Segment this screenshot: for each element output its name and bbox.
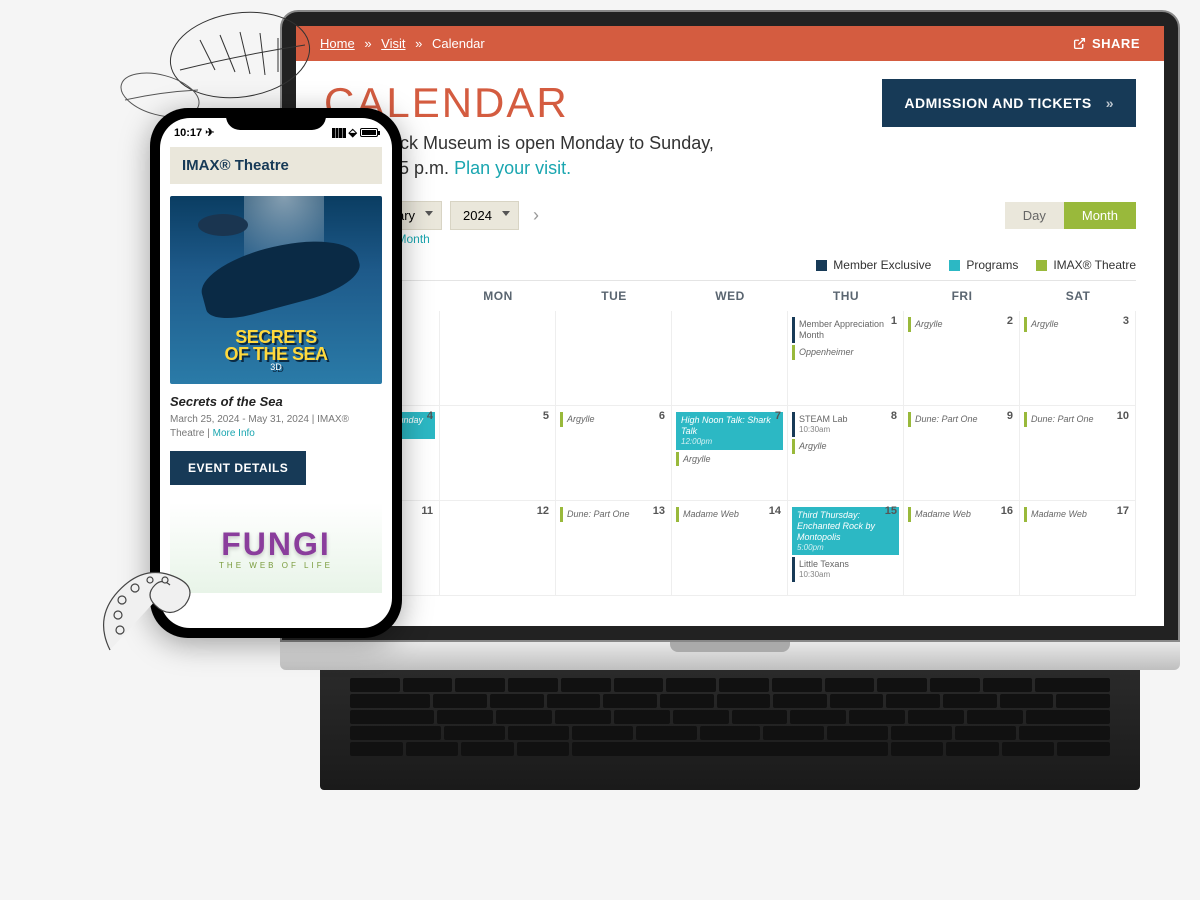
calendar-cell[interactable]: 14Madame Web: [672, 501, 788, 596]
day-number: 7: [775, 410, 781, 422]
day-number: 11: [421, 505, 433, 517]
view-toggle: Day Month: [1005, 202, 1136, 229]
decorative-leaf-sketch: [100, 0, 320, 120]
calendar-event[interactable]: Argylle: [908, 317, 1015, 332]
share-button[interactable]: SHARE: [1073, 36, 1140, 51]
top-bar: Home » Visit » Calendar SHARE: [296, 26, 1164, 61]
day-number: 8: [891, 410, 897, 422]
calendar-cell[interactable]: 1Member Appreciation Month Oppenheimer: [788, 311, 904, 406]
signal-icon: [332, 128, 346, 138]
event-dates: March 25, 2024 - May 31, 2024 | IMAX® Th…: [170, 413, 382, 441]
breadcrumb-current: Calendar: [432, 36, 485, 51]
calendar-event[interactable]: Oppenheimer: [792, 345, 899, 360]
decorative-tentacle-sketch: [90, 550, 230, 670]
day-number: 2: [1007, 315, 1013, 327]
calendar-cell[interactable]: 9Dune: Part One: [904, 406, 1020, 501]
day-number: 6: [659, 410, 665, 422]
calendar-event[interactable]: Argylle: [560, 412, 667, 427]
day-number: 17: [1117, 505, 1129, 517]
calendar-cell[interactable]: 15Third Thursday: Enchanted Rock by Mont…: [788, 501, 904, 596]
calendar-cell[interactable]: [556, 311, 672, 406]
event-details-button[interactable]: EVENT DETAILS: [170, 451, 306, 485]
calendar-event[interactable]: High Noon Talk: Shark Talk12:00pm: [676, 412, 783, 449]
calendar-cell[interactable]: 16Madame Web: [904, 501, 1020, 596]
view-day-button[interactable]: Day: [1005, 202, 1064, 229]
breadcrumb: Home » Visit » Calendar: [320, 36, 485, 51]
calendar-cell[interactable]: 8STEAM Lab10:30am Argylle: [788, 406, 904, 501]
calendar-grid: SUNMONTUEWEDTHUFRISAT 1Member Appreciati…: [324, 280, 1136, 596]
calendar-cell[interactable]: 17Madame Web: [1020, 501, 1136, 596]
laptop-frame: Home » Visit » Calendar SHARE CALENDAR: [280, 10, 1180, 790]
year-select[interactable]: 2024: [450, 201, 519, 230]
battery-icon: [360, 128, 378, 137]
calendar-event[interactable]: Dune: Part One: [1024, 412, 1131, 427]
calendar-cell[interactable]: 7High Noon Talk: Shark Talk12:00pm Argyll…: [672, 406, 788, 501]
admission-tickets-button[interactable]: ADMISSION AND TICKETS»: [882, 79, 1136, 127]
calendar-cell[interactable]: 13Dune: Part One: [556, 501, 672, 596]
share-icon: [1073, 37, 1086, 50]
day-header: SAT: [1020, 281, 1136, 311]
next-month-arrow[interactable]: ›: [527, 205, 545, 226]
calendar-cell[interactable]: 12: [440, 501, 556, 596]
day-header: MON: [440, 281, 556, 311]
view-month-button[interactable]: Month: [1064, 202, 1136, 229]
calendar-cell[interactable]: 5: [440, 406, 556, 501]
calendar-event[interactable]: Argylle: [1024, 317, 1131, 332]
day-header: TUE: [556, 281, 672, 311]
chevron-right-icon: »: [1106, 95, 1114, 111]
calendar-event[interactable]: Dune: Part One: [560, 507, 667, 522]
day-number: 9: [1007, 410, 1013, 422]
calendar-event[interactable]: STEAM Lab10:30am: [792, 412, 899, 436]
calendar-event[interactable]: Madame Web: [676, 507, 783, 522]
phone-section-heading: IMAX® Theatre: [170, 147, 382, 184]
day-number: 12: [537, 505, 549, 517]
breadcrumb-visit[interactable]: Visit: [381, 36, 405, 51]
event-poster-secrets[interactable]: SECRETSOF THE SEA 3D: [170, 196, 382, 384]
calendar-cell[interactable]: 3Argylle: [1020, 311, 1136, 406]
phone-time: 10:17 ✈: [174, 126, 214, 139]
laptop-keyboard: [320, 670, 1140, 790]
day-header: THU: [788, 281, 904, 311]
calendar-cell[interactable]: 10Dune: Part One: [1020, 406, 1136, 501]
caret-down-icon: [425, 211, 433, 216]
event-title: Secrets of the Sea: [170, 394, 382, 409]
wifi-icon: ⬙: [349, 126, 357, 139]
calendar-event[interactable]: Little Texans10:30am: [792, 557, 899, 581]
day-header: WED: [672, 281, 788, 311]
calendar-cell[interactable]: [672, 311, 788, 406]
calendar-event[interactable]: Argylle: [792, 439, 899, 454]
legend: Member Exclusive Programs IMAX® Theatre: [324, 258, 1136, 272]
breadcrumb-home[interactable]: Home: [320, 36, 355, 51]
day-number: 15: [885, 505, 897, 517]
calendar-event[interactable]: Argylle: [676, 452, 783, 467]
day-number: 16: [1001, 505, 1013, 517]
day-number: 14: [769, 505, 781, 517]
day-header: FRI: [904, 281, 1020, 311]
day-number: 13: [653, 505, 665, 517]
calendar-event[interactable]: Third Thursday: Enchanted Rock by Montop…: [792, 507, 899, 555]
website-viewport: Home » Visit » Calendar SHARE CALENDAR: [296, 26, 1164, 626]
calendar-cell[interactable]: 2Argylle: [904, 311, 1020, 406]
calendar-cell[interactable]: [440, 311, 556, 406]
day-number: 4: [427, 410, 433, 422]
calendar-event[interactable]: Dune: Part One: [908, 412, 1015, 427]
more-info-link[interactable]: More Info: [213, 428, 255, 439]
calendar-event[interactable]: Madame Web: [1024, 507, 1131, 522]
day-number: 10: [1117, 410, 1129, 422]
day-number: 5: [543, 410, 549, 422]
day-number: 3: [1123, 315, 1129, 327]
day-number: 1: [891, 315, 897, 327]
calendar-event[interactable]: Madame Web: [908, 507, 1015, 522]
caret-down-icon: [502, 211, 510, 216]
plan-visit-link[interactable]: Plan your visit.: [454, 158, 571, 178]
calendar-event[interactable]: Member Appreciation Month: [792, 317, 899, 343]
calendar-cell[interactable]: 6Argylle: [556, 406, 672, 501]
